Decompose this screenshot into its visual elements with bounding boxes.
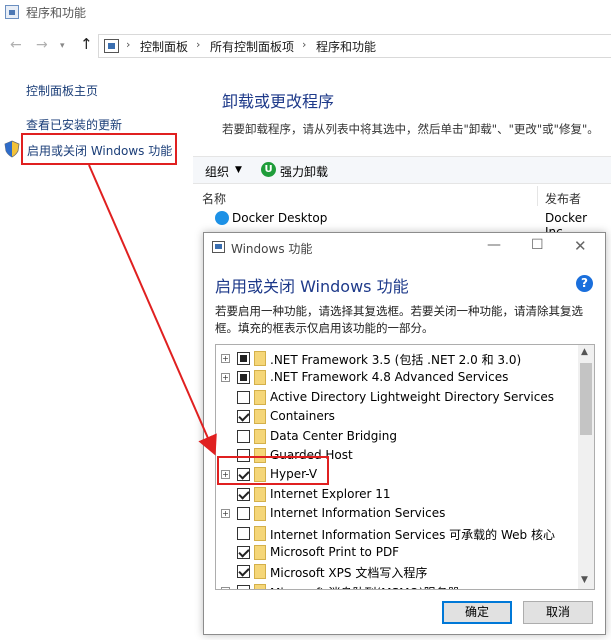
page-description: 若要卸载程序，请从列表中将其选中，然后单击"卸载"、"更改"或"修复"。 [222,122,599,136]
breadcrumb-separator-icon[interactable]: › [302,38,306,51]
folder-icon [254,583,266,589]
window-title: 程序和功能 [26,6,87,20]
feature-row[interactable]: + Microsoft 消息队列(MSMQ)服务器 [216,582,578,589]
feature-label: .NET Framework 3.5 (包括 .NET 2.0 和 3.0) [270,353,522,367]
breadcrumb-programs-features[interactable]: 程序和功能 [316,38,376,55]
minimize-icon[interactable]: — [487,237,501,253]
column-divider[interactable] [537,186,538,206]
vertical-scrollbar[interactable]: ▲ ▼ [578,345,594,589]
feature-checkbox[interactable] [237,390,250,404]
uninstall-button[interactable]: 强力卸载 [280,163,328,180]
control-panel-home-link[interactable]: 控制面板主页 [26,82,98,99]
feature-label: Active Directory Lightweight Directory S… [270,389,554,404]
feature-checkbox[interactable] [237,371,250,385]
navigation-bar: ← → ▾ ↑ › 控制面板 › 所有控制面板项 › 程序和功能 [0,34,611,58]
folder-icon [254,506,266,522]
feature-label: Microsoft 消息队列(MSMQ)服务器 [270,584,460,589]
feature-row[interactable]: + .NET Framework 4.8 Advanced Services [216,368,578,387]
feature-row[interactable]: Internet Explorer 11 [216,485,578,504]
folder-icon [254,351,266,366]
control-panel-icon [5,5,19,19]
expand-plus-icon[interactable]: + [221,586,230,589]
close-icon[interactable]: ✕ [574,237,587,255]
windows-features-dialog: Windows 功能 — ☐ ✕ 启用或关闭 Windows 功能 ? 若要启用… [203,232,606,635]
feature-checkbox[interactable] [237,352,250,365]
feature-label: Containers [270,409,335,424]
dialog-heading: 启用或关闭 Windows 功能 [215,277,409,296]
folder-icon [254,428,266,444]
breadcrumb-separator-icon[interactable]: › [196,38,200,51]
address-bar[interactable]: › 控制面板 › 所有控制面板项 › 程序和功能 [98,34,611,58]
folder-icon [254,370,266,386]
feature-row[interactable]: Microsoft XPS 文档写入程序 [216,562,578,581]
column-header-name[interactable]: 名称 [202,190,226,207]
feature-row[interactable]: + .NET Framework 3.5 (包括 .NET 2.0 和 3.0) [216,349,578,368]
turn-windows-features-highlight: 启用或关闭 Windows 功能 [21,133,177,165]
feature-label: Internet Information Services [270,506,446,521]
folder-icon [254,409,266,425]
folder-icon [254,564,266,580]
up-arrow-icon[interactable]: ↑ [80,35,93,53]
feature-row[interactable]: + Internet Information Services [216,504,578,523]
help-icon[interactable]: ? [576,275,593,292]
control-panel-icon [212,241,225,253]
column-header-publisher[interactable]: 发布者 [545,190,581,207]
feature-checkbox[interactable] [237,565,250,579]
window-titlebar: 程序和功能 [0,0,611,26]
recent-locations-chevron-icon[interactable]: ▾ [60,41,65,51]
expand-plus-icon[interactable]: + [221,509,230,519]
feature-label: Data Center Bridging [270,428,397,443]
maximize-icon[interactable]: ☐ [531,237,544,253]
feature-label: Internet Explorer 11 [270,486,391,501]
docker-icon [215,211,229,225]
chevron-down-icon[interactable]: ▼ [235,165,242,175]
back-arrow-icon[interactable]: ← [10,37,22,53]
view-installed-updates-link[interactable]: 查看已安装的更新 [26,116,122,133]
organize-button[interactable]: 组织 [205,163,229,180]
feature-label: Internet Information Services 可承载的 Web 核… [270,527,555,542]
program-name[interactable]: Docker Desktop [232,211,327,225]
feature-checkbox[interactable] [237,487,250,501]
breadcrumb-all-items[interactable]: 所有控制面板项 [210,38,294,55]
turn-windows-features-link[interactable]: 启用或关闭 Windows 功能 [27,142,172,159]
feature-checkbox[interactable] [237,429,250,443]
feature-row[interactable]: Microsoft Print to PDF [216,543,578,562]
control-panel-icon [104,39,119,53]
scroll-down-icon[interactable]: ▼ [581,575,588,585]
dialog-description: 若要启用一种功能，请选择其复选框。若要关闭一种功能，请清除其复选框。填充的框表示… [215,304,583,335]
feature-label: Microsoft XPS 文档写入程序 [270,566,428,581]
breadcrumb-control-panel[interactable]: 控制面板 [140,38,188,55]
feature-row[interactable]: Active Directory Lightweight Directory S… [216,388,578,407]
page-title: 卸载或更改程序 [222,92,335,111]
ok-button[interactable]: 确定 [442,601,512,624]
dialog-titlebar: Windows 功能 — ☐ ✕ [204,233,605,261]
forward-arrow-icon[interactable]: → [36,37,48,53]
folder-icon [254,545,266,560]
breadcrumb-separator-icon[interactable]: › [126,38,130,51]
folder-icon [254,389,266,405]
uninstall-tool-icon[interactable]: U [261,162,276,177]
feature-checkbox[interactable] [237,546,250,559]
folder-icon [254,525,266,541]
feature-label: .NET Framework 4.8 Advanced Services [270,370,509,385]
expand-plus-icon[interactable]: + [221,354,230,363]
feature-row[interactable]: Containers [216,407,578,426]
command-bar: 组织 ▼ U 强力卸载 [193,156,611,184]
feature-checkbox[interactable] [237,507,250,521]
feature-checkbox[interactable] [237,526,250,540]
scroll-up-icon[interactable]: ▲ [581,347,588,357]
cancel-button[interactable]: 取消 [523,601,593,624]
uac-shield-icon [4,140,20,158]
folder-icon [254,486,266,502]
feature-checkbox[interactable] [237,584,250,589]
dialog-title: Windows 功能 [231,242,313,256]
feature-checkbox[interactable] [237,410,250,424]
hyper-v-highlight-box [217,456,329,485]
expand-plus-icon[interactable]: + [221,373,230,383]
feature-row[interactable]: Data Center Bridging [216,427,578,446]
scroll-thumb[interactable] [580,363,592,435]
feature-label: Microsoft Print to PDF [270,545,400,559]
feature-row[interactable]: Internet Information Services 可承载的 Web 核… [216,524,578,543]
